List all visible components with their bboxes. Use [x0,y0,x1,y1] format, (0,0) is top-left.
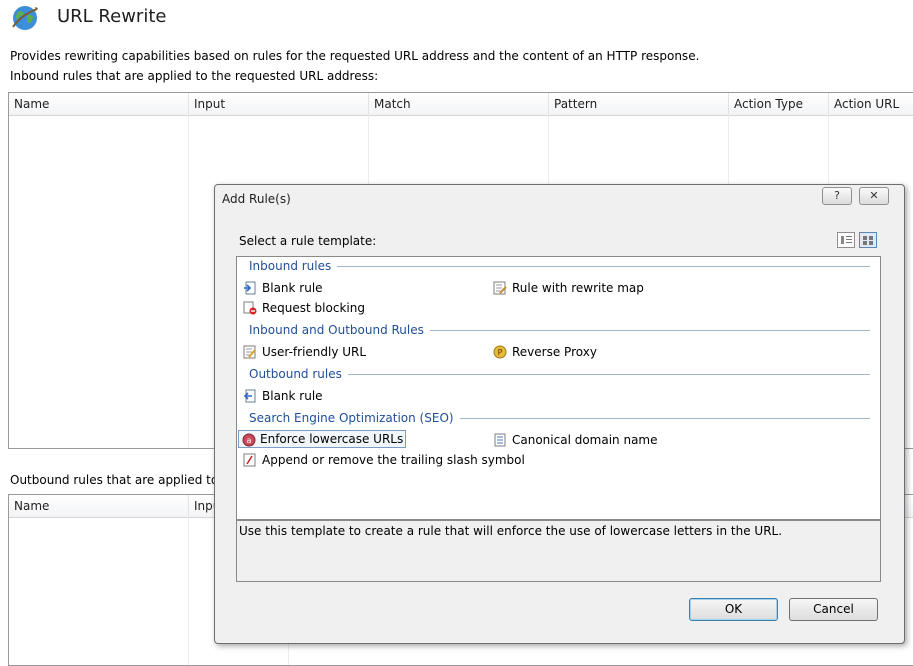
svg-text:a: a [247,436,252,445]
column-header-pattern[interactable]: Pattern [549,93,729,115]
template-rule-with-rewrite-map[interactable]: Rule with rewrite map [490,279,646,297]
template-user-friendly-url[interactable]: User-friendly URL [240,343,368,361]
template-label: Blank rule [262,389,323,403]
template-trailing-slash[interactable]: Append or remove the trailing slash symb… [240,451,527,469]
template-outbound-blank-rule[interactable]: Blank rule [240,387,325,405]
template-label: Append or remove the trailing slash symb… [262,453,525,467]
outbound-blank-rule-icon [243,389,257,403]
column-divider [188,517,189,665]
column-header-action-type[interactable]: Action Type [729,93,829,115]
template-blank-rule[interactable]: Blank rule [240,279,325,297]
request-blocking-icon [243,301,257,315]
template-label: Blank rule [262,281,323,295]
template-label: Request blocking [262,301,365,315]
user-friendly-url-icon [243,345,257,359]
select-template-label: Select a rule template: [239,234,377,248]
group-header-inbound-rules: Inbound rules [249,259,338,273]
help-button[interactable]: ? [822,187,852,205]
group-header-inbound-outbound: Inbound and Outbound Rules [249,323,430,337]
lowercase-urls-icon: a [242,433,256,447]
tiles-view-icon[interactable] [859,232,877,248]
group-header-outbound-rules: Outbound rules [249,367,348,381]
group-divider [249,266,870,267]
blank-rule-icon [243,281,257,295]
close-button[interactable]: ✕ [859,187,889,205]
column-header-name[interactable]: Name [9,495,189,517]
column-divider [188,115,189,448]
rule-template-list[interactable]: Inbound rules Blank rule Rule with rewri… [236,256,881,520]
svg-text:P: P [498,348,503,357]
ok-button[interactable]: OK [689,598,778,621]
template-label: Rule with rewrite map [512,281,644,295]
template-enforce-lowercase-urls[interactable]: a Enforce lowercase URLs [238,430,407,448]
inbound-rules-label: Inbound rules that are applied to the re… [10,69,379,83]
url-rewrite-globe-icon [10,3,40,33]
template-label: User-friendly URL [262,345,367,359]
group-header-seo: Search Engine Optimization (SEO) [249,411,460,425]
column-header-match[interactable]: Match [369,93,549,115]
dialog-title: Add Rule(s) [222,192,291,206]
cancel-button[interactable]: Cancel [789,598,878,621]
page-description: Provides rewriting capabilities based on… [10,49,700,63]
template-label: Canonical domain name [512,433,658,447]
column-header-name[interactable]: Name [9,93,189,115]
column-header-input[interactable]: Input [189,93,369,115]
template-request-blocking[interactable]: Request blocking [240,299,367,317]
rewrite-map-icon [493,281,507,295]
column-header-action-url[interactable]: Action URL [829,93,913,115]
inbound-grid-header: Name Input Match Pattern Action Type Act… [9,93,913,116]
page-title: URL Rewrite [57,6,167,27]
template-label: Reverse Proxy [512,345,597,359]
reverse-proxy-icon: P [493,345,507,359]
details-view-icon[interactable] [837,232,855,248]
add-rules-dialog: Add Rule(s) ? ✕ Select a rule template: … [214,184,905,644]
canonical-domain-icon [493,433,507,447]
template-label: Enforce lowercase URLs [260,432,404,446]
outbound-rules-label: Outbound rules that are applied to the [10,473,242,487]
template-canonical-domain-name[interactable]: Canonical domain name [490,431,660,449]
trailing-slash-icon [243,453,257,467]
template-description: Use this template to create a rule that … [236,520,881,582]
template-reverse-proxy[interactable]: P Reverse Proxy [490,343,599,361]
